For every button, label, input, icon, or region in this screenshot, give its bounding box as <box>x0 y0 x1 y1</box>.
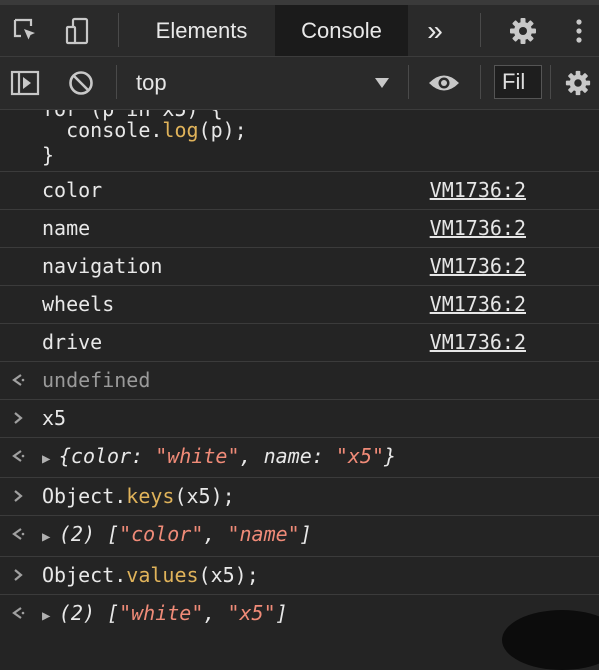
tab-separator <box>118 13 119 47</box>
toolbar-separator <box>408 65 409 99</box>
source-link[interactable]: VM1736:2 <box>430 292 526 316</box>
clear-console-icon[interactable] <box>62 57 100 109</box>
filter-input[interactable]: Fil <box>494 65 542 99</box>
expand-triangle-icon: ▶ <box>42 451 59 467</box>
log-message: drive <box>42 330 103 354</box>
source-link[interactable]: VM1736:2 <box>430 254 526 278</box>
devtools-tab-bar: Elements Console » <box>0 5 599 57</box>
log-message: wheels <box>42 292 115 316</box>
chevron-down-icon[interactable] <box>370 57 394 109</box>
expand-triangle-icon: ▶ <box>42 608 59 624</box>
function-name: log <box>162 118 199 142</box>
log-row: navigation VM1736:2 <box>0 248 599 286</box>
input-row: Object.keys(x5); <box>0 478 599 516</box>
result-arrow-icon <box>7 444 29 468</box>
toolbar-separator <box>116 65 117 99</box>
more-options-icon[interactable] <box>562 5 596 56</box>
code-fragment: console. <box>42 118 163 142</box>
source-link[interactable]: VM1736:2 <box>430 216 526 240</box>
code-fragment: (p); <box>198 118 247 142</box>
sidebar-toggle-icon[interactable] <box>6 57 44 109</box>
prompt-chevron-icon <box>7 484 29 508</box>
toolbar-separator <box>550 65 551 99</box>
context-selector[interactable]: top <box>136 57 176 109</box>
console-settings-gear-icon[interactable] <box>558 57 598 109</box>
log-row: name VM1736:2 <box>0 210 599 248</box>
code-line: console.log(p); <box>42 118 247 142</box>
array-preview[interactable]: ▶ (2) ["color", "name"] <box>42 522 312 546</box>
tab-elements[interactable]: Elements <box>130 5 273 56</box>
result-value: undefined <box>42 368 151 392</box>
overlay-shadow <box>502 610 599 670</box>
input-command: Object.values(x5); <box>42 563 259 587</box>
expand-triangle-icon: ▶ <box>42 529 59 545</box>
log-message: navigation <box>42 254 163 278</box>
result-row[interactable]: ▶ {color: "white", name: "x5"} <box>0 438 599 478</box>
log-row: color VM1736:2 <box>0 172 599 210</box>
result-arrow-icon <box>7 368 29 392</box>
input-command: x5 <box>42 406 67 430</box>
result-row[interactable]: ▶ (2) ["color", "name"] <box>0 516 599 557</box>
echoed-code-block: for (p in x5) { console.log(p); } <box>0 110 599 172</box>
source-link[interactable]: VM1736:2 <box>430 330 526 354</box>
toolbar-separator <box>480 65 481 99</box>
array-preview[interactable]: ▶ (2) ["white", "x5"] <box>42 601 288 625</box>
prompt-chevron-icon <box>7 563 29 587</box>
object-preview[interactable]: ▶ {color: "white", name: "x5"} <box>42 444 396 468</box>
prompt-chevron-icon <box>7 406 29 430</box>
result-arrow-icon <box>7 601 29 625</box>
tab-separator <box>480 13 481 47</box>
input-row: x5 <box>0 400 599 438</box>
device-toolbar-icon[interactable] <box>58 5 98 56</box>
result-arrow-icon <box>7 522 29 546</box>
console-toolbar: top Fil <box>0 57 599 110</box>
more-tabs-button[interactable]: » <box>412 5 458 56</box>
inspect-element-icon[interactable] <box>6 5 46 56</box>
live-expression-eye-icon[interactable] <box>424 57 464 109</box>
input-row: Object.values(x5); <box>0 557 599 595</box>
log-row: drive VM1736:2 <box>0 324 599 362</box>
log-row: wheels VM1736:2 <box>0 286 599 324</box>
settings-gear-icon[interactable] <box>500 5 546 56</box>
tab-console[interactable]: Console <box>275 5 408 56</box>
code-line: } <box>42 143 55 167</box>
log-message: name <box>42 216 91 240</box>
input-command: Object.keys(x5); <box>42 484 235 508</box>
console-output[interactable]: for (p in x5) { console.log(p); } color … <box>0 110 599 630</box>
log-message: color <box>42 178 103 202</box>
result-row: undefined <box>0 362 599 400</box>
source-link[interactable]: VM1736:2 <box>430 178 526 202</box>
